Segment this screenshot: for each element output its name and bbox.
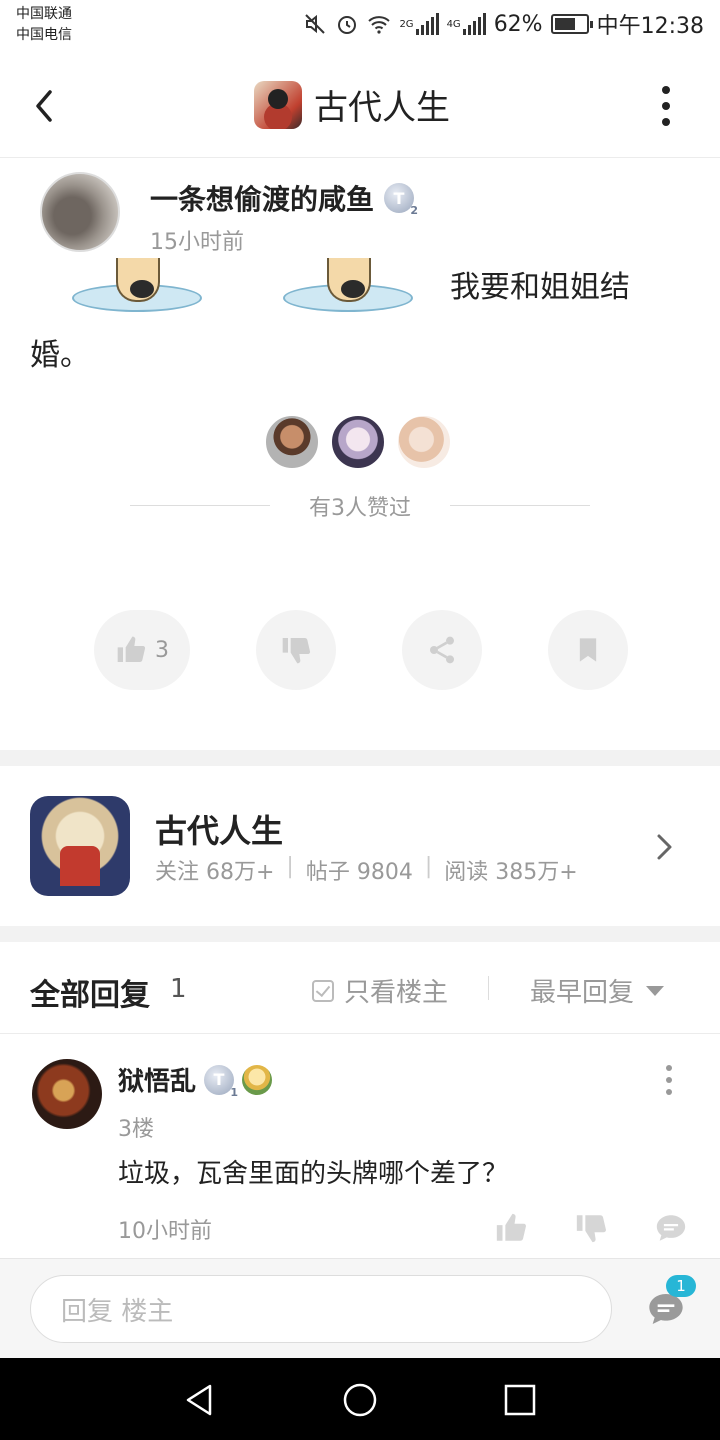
header-separator <box>488 976 489 1000</box>
liker-avatar[interactable] <box>396 414 452 470</box>
reply-floor: 3楼 <box>118 1117 154 1142</box>
reply-input-bar: 回复 楼主 1 <box>0 1258 720 1358</box>
likers-avatars[interactable] <box>264 414 452 470</box>
reply-item: 狱悟乱 T1 3楼 垃圾，瓦舍里面的头牌哪个差了？ 10小时前 <box>0 1035 720 1257</box>
only-owner-label: 只看楼主 <box>344 978 449 1008</box>
more-options-icon[interactable] <box>660 86 672 126</box>
only-owner-toggle[interactable]: 只看楼主 <box>312 972 448 1009</box>
reply-author-avatar[interactable] <box>32 1059 102 1129</box>
likes-text[interactable]: 有3人赞过 <box>130 490 590 522</box>
author-name[interactable]: 一条想偷渡的咸鱼 <box>150 178 374 218</box>
dislike-button[interactable] <box>256 610 336 690</box>
post-time: 15小时前 <box>150 230 244 255</box>
reply-author-row: 狱悟乱 T1 <box>118 1061 273 1099</box>
level-badge-icon: T2 <box>384 183 418 217</box>
network-2g-label: 2G <box>399 18 414 30</box>
forum-icon <box>30 796 130 896</box>
status-bar: 中国联通 中国电信 2G 4G 62% 中午12:38 <box>0 0 720 52</box>
bookmark-button[interactable] <box>548 610 628 690</box>
forum-read-count: 阅读 385万+ <box>444 860 578 885</box>
reply-text: 垃圾，瓦舍里面的头牌哪个差了？ <box>118 1159 509 1189</box>
checkbox-icon[interactable] <box>312 979 334 1002</box>
sticker-image-2 <box>283 258 413 314</box>
replies-header: 全部回复 1 只看楼主 最早回复 <box>0 942 720 1034</box>
sort-label: 最早回复 <box>530 978 635 1008</box>
thumbs-down-icon <box>282 638 311 664</box>
nav-title-group[interactable]: 古代人生 <box>254 80 450 129</box>
wifi-icon <box>368 16 391 34</box>
likes-summary: 有3人赞过 <box>130 490 590 522</box>
thumbs-up-icon <box>117 636 146 662</box>
alarm-icon <box>338 16 357 34</box>
stat-separator: | <box>424 854 433 879</box>
nav-recents-icon[interactable] <box>500 1380 540 1420</box>
stat-separator: | <box>286 854 294 879</box>
reply-dislike-icon[interactable] <box>574 1211 608 1245</box>
caret-down-icon <box>646 985 665 996</box>
reply-author-name[interactable]: 狱悟乱 <box>118 1061 196 1098</box>
reply-more-icon[interactable] <box>666 1065 674 1095</box>
mute-icon <box>305 14 326 34</box>
forum-stats: 关注 68万+ | 帖子 9804 | 阅读 385万+ <box>155 854 578 886</box>
share-button[interactable] <box>402 610 482 690</box>
comment-count-badge: 1 <box>666 1275 696 1297</box>
battery-percent: 62% <box>493 11 543 37</box>
system-nav-bar <box>0 1358 720 1440</box>
top-nav: 古代人生 <box>0 52 720 158</box>
signal-icon <box>415 13 439 35</box>
medal-icon <box>242 1064 273 1095</box>
replies-count: 1 <box>170 974 187 1004</box>
clock: 中午12:38 <box>596 14 704 39</box>
bookmark-icon <box>579 638 597 662</box>
forum-card[interactable]: 古代人生 关注 68万+ | 帖子 9804 | 阅读 385万+ <box>0 766 720 926</box>
network-4g-label: 4G <box>446 18 461 30</box>
author-avatar[interactable] <box>40 172 120 252</box>
reply-time: 10小时前 <box>118 1219 212 1244</box>
carrier-1: 中国联通 <box>16 6 72 22</box>
liker-avatar[interactable] <box>330 414 386 470</box>
post-actions: 3 <box>0 610 720 690</box>
forum-thumbnail <box>254 80 302 129</box>
section-divider <box>0 750 720 766</box>
nav-back-icon[interactable] <box>180 1380 220 1420</box>
reply-input-placeholder: 回复 楼主 <box>61 1296 174 1327</box>
like-button[interactable]: 3 <box>94 610 190 690</box>
forum-follow-count: 关注 68万+ <box>155 860 275 885</box>
liker-avatar[interactable] <box>264 414 320 470</box>
forum-name: 古代人生 <box>155 812 284 850</box>
reply-like-icon[interactable] <box>494 1211 528 1245</box>
forum-post-count: 帖子 9804 <box>305 860 413 885</box>
reply-input[interactable]: 回复 楼主 <box>30 1275 612 1343</box>
share-icon <box>430 636 454 664</box>
status-icons: 2G 4G 62% 中午12:38 <box>303 8 704 40</box>
author-row: 一条想偷渡的咸鱼 T2 <box>150 178 418 218</box>
post-content: 我要和姐姐结 婚。 <box>0 258 720 388</box>
page-title: 古代人生 <box>314 88 450 128</box>
post-text-line-2: 婚。 <box>30 338 90 373</box>
carrier-2: 中国电信 <box>16 27 72 43</box>
nav-home-icon[interactable] <box>340 1380 380 1420</box>
section-divider <box>0 926 720 942</box>
back-arrow-icon[interactable] <box>30 86 58 126</box>
sort-dropdown[interactable]: 最早回复 <box>530 972 665 1009</box>
like-count: 3 <box>155 637 169 663</box>
carrier-info: 中国联通 中国电信 <box>16 4 72 46</box>
chevron-right-icon <box>657 834 672 860</box>
battery-icon <box>550 14 593 34</box>
level-badge-icon: T1 <box>204 1064 238 1099</box>
reply-comment-icon[interactable] <box>654 1211 688 1245</box>
divider-line <box>450 505 590 506</box>
post-text-line-1: 我要和姐姐结 <box>450 270 630 305</box>
post-header: 一条想偷渡的咸鱼 T2 15小时前 <box>0 160 720 260</box>
replies-title: 全部回复 <box>30 978 150 1013</box>
sticker-image-1 <box>72 258 202 314</box>
signal-icon-2 <box>462 13 486 35</box>
